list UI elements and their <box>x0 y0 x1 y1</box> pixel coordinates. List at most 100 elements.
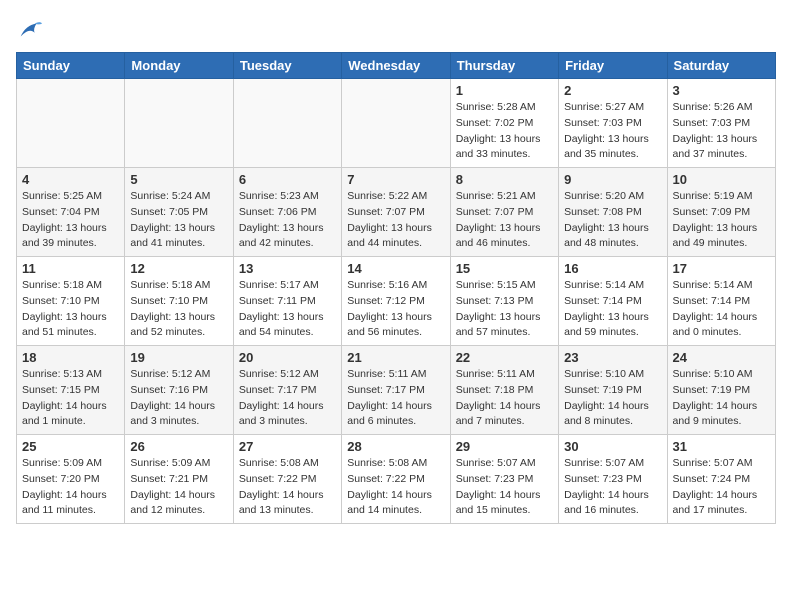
week-row-3: 11 Sunrise: 5:18 AM Sunset: 7:10 PM Dayli… <box>17 257 776 346</box>
calendar-cell: 14 Sunrise: 5:16 AM Sunset: 7:12 PM Dayli… <box>342 257 450 346</box>
day-info: Sunrise: 5:09 AM Sunset: 7:20 PM Dayligh… <box>22 456 119 519</box>
calendar-cell: 19 Sunrise: 5:12 AM Sunset: 7:16 PM Dayli… <box>125 346 233 435</box>
calendar-cell: 10 Sunrise: 5:19 AM Sunset: 7:09 PM Dayli… <box>667 168 775 257</box>
day-number: 2 <box>564 83 661 98</box>
day-number: 25 <box>22 439 119 454</box>
day-info: Sunrise: 5:08 AM Sunset: 7:22 PM Dayligh… <box>239 456 336 519</box>
day-info: Sunrise: 5:18 AM Sunset: 7:10 PM Dayligh… <box>22 278 119 341</box>
calendar-cell: 31 Sunrise: 5:07 AM Sunset: 7:24 PM Dayli… <box>667 435 775 524</box>
day-info: Sunrise: 5:12 AM Sunset: 7:17 PM Dayligh… <box>239 367 336 430</box>
calendar-cell <box>125 79 233 168</box>
calendar-cell: 12 Sunrise: 5:18 AM Sunset: 7:10 PM Dayli… <box>125 257 233 346</box>
calendar-cell: 4 Sunrise: 5:25 AM Sunset: 7:04 PM Daylig… <box>17 168 125 257</box>
day-number: 5 <box>130 172 227 187</box>
day-number: 10 <box>673 172 770 187</box>
day-info: Sunrise: 5:17 AM Sunset: 7:11 PM Dayligh… <box>239 278 336 341</box>
calendar-cell: 29Sunrise: 5:07 AM Sunset: 7:23 PM Dayli… <box>450 435 558 524</box>
day-info: Sunrise: 5:09 AM Sunset: 7:21 PM Dayligh… <box>130 456 227 519</box>
day-number: 14 <box>347 261 444 276</box>
calendar-cell: 27 Sunrise: 5:08 AM Sunset: 7:22 PM Dayli… <box>233 435 341 524</box>
day-info: Sunrise: 5:14 AM Sunset: 7:14 PM Dayligh… <box>564 278 661 341</box>
day-number: 28 <box>347 439 444 454</box>
day-info: Sunrise: 5:11 AM Sunset: 7:17 PM Dayligh… <box>347 367 444 430</box>
day-number: 24 <box>673 350 770 365</box>
day-number: 17 <box>673 261 770 276</box>
day-number: 22 <box>456 350 553 365</box>
day-number: 8 <box>456 172 553 187</box>
calendar-cell: 24 Sunrise: 5:10 AM Sunset: 7:19 PM Dayli… <box>667 346 775 435</box>
calendar-table: SundayMondayTuesdayWednesdayThursdayFrid… <box>16 52 776 524</box>
weekday-header-wednesday: Wednesday <box>342 53 450 79</box>
day-number: 12 <box>130 261 227 276</box>
calendar-cell <box>17 79 125 168</box>
day-number: 31 <box>673 439 770 454</box>
calendar-cell: 13 Sunrise: 5:17 AM Sunset: 7:11 PM Dayli… <box>233 257 341 346</box>
calendar-cell <box>233 79 341 168</box>
day-info: Sunrise: 5:16 AM Sunset: 7:12 PM Dayligh… <box>347 278 444 341</box>
week-row-2: 4 Sunrise: 5:25 AM Sunset: 7:04 PM Daylig… <box>17 168 776 257</box>
day-info: Sunrise: 5:10 AM Sunset: 7:19 PM Dayligh… <box>673 367 770 430</box>
calendar-cell: 17Sunrise: 5:14 AM Sunset: 7:14 PM Dayli… <box>667 257 775 346</box>
day-info: Sunrise: 5:20 AM Sunset: 7:08 PM Dayligh… <box>564 189 661 252</box>
calendar-cell: 25 Sunrise: 5:09 AM Sunset: 7:20 PM Dayli… <box>17 435 125 524</box>
calendar-cell: 8Sunrise: 5:21 AM Sunset: 7:07 PM Daylig… <box>450 168 558 257</box>
calendar-cell: 7 Sunrise: 5:22 AM Sunset: 7:07 PM Daylig… <box>342 168 450 257</box>
day-number: 26 <box>130 439 227 454</box>
day-info: Sunrise: 5:18 AM Sunset: 7:10 PM Dayligh… <box>130 278 227 341</box>
day-info: Sunrise: 5:24 AM Sunset: 7:05 PM Dayligh… <box>130 189 227 252</box>
day-info: Sunrise: 5:22 AM Sunset: 7:07 PM Dayligh… <box>347 189 444 252</box>
calendar-cell: 21Sunrise: 5:11 AM Sunset: 7:17 PM Dayli… <box>342 346 450 435</box>
day-info: Sunrise: 5:15 AM Sunset: 7:13 PM Dayligh… <box>456 278 553 341</box>
day-number: 7 <box>347 172 444 187</box>
weekday-header-tuesday: Tuesday <box>233 53 341 79</box>
calendar-cell: 5 Sunrise: 5:24 AM Sunset: 7:05 PM Daylig… <box>125 168 233 257</box>
week-row-5: 25 Sunrise: 5:09 AM Sunset: 7:20 PM Dayli… <box>17 435 776 524</box>
day-number: 19 <box>130 350 227 365</box>
page-header <box>16 16 776 44</box>
day-number: 16 <box>564 261 661 276</box>
day-number: 20 <box>239 350 336 365</box>
day-number: 23 <box>564 350 661 365</box>
calendar-cell: 2 Sunrise: 5:27 AM Sunset: 7:03 PM Daylig… <box>559 79 667 168</box>
weekday-header-sunday: Sunday <box>17 53 125 79</box>
week-row-4: 18Sunrise: 5:13 AM Sunset: 7:15 PM Dayli… <box>17 346 776 435</box>
day-number: 9 <box>564 172 661 187</box>
day-number: 27 <box>239 439 336 454</box>
day-info: Sunrise: 5:08 AM Sunset: 7:22 PM Dayligh… <box>347 456 444 519</box>
day-info: Sunrise: 5:26 AM Sunset: 7:03 PM Dayligh… <box>673 100 770 163</box>
day-info: Sunrise: 5:23 AM Sunset: 7:06 PM Dayligh… <box>239 189 336 252</box>
weekday-header-row: SundayMondayTuesdayWednesdayThursdayFrid… <box>17 53 776 79</box>
calendar-cell: 18Sunrise: 5:13 AM Sunset: 7:15 PM Dayli… <box>17 346 125 435</box>
day-info: Sunrise: 5:10 AM Sunset: 7:19 PM Dayligh… <box>564 367 661 430</box>
day-info: Sunrise: 5:07 AM Sunset: 7:23 PM Dayligh… <box>456 456 553 519</box>
day-number: 30 <box>564 439 661 454</box>
calendar-cell: 6 Sunrise: 5:23 AM Sunset: 7:06 PM Daylig… <box>233 168 341 257</box>
day-number: 3 <box>673 83 770 98</box>
calendar-cell <box>342 79 450 168</box>
calendar-cell: 20 Sunrise: 5:12 AM Sunset: 7:17 PM Dayli… <box>233 346 341 435</box>
day-info: Sunrise: 5:12 AM Sunset: 7:16 PM Dayligh… <box>130 367 227 430</box>
day-info: Sunrise: 5:27 AM Sunset: 7:03 PM Dayligh… <box>564 100 661 163</box>
calendar-cell: 3 Sunrise: 5:26 AM Sunset: 7:03 PM Daylig… <box>667 79 775 168</box>
logo-bird-icon <box>16 16 44 44</box>
day-number: 4 <box>22 172 119 187</box>
logo <box>16 16 48 44</box>
day-info: Sunrise: 5:28 AM Sunset: 7:02 PM Dayligh… <box>456 100 553 163</box>
week-row-1: 1 Sunrise: 5:28 AM Sunset: 7:02 PM Daylig… <box>17 79 776 168</box>
weekday-header-friday: Friday <box>559 53 667 79</box>
day-number: 1 <box>456 83 553 98</box>
calendar-cell: 28 Sunrise: 5:08 AM Sunset: 7:22 PM Dayli… <box>342 435 450 524</box>
day-info: Sunrise: 5:19 AM Sunset: 7:09 PM Dayligh… <box>673 189 770 252</box>
day-info: Sunrise: 5:11 AM Sunset: 7:18 PM Dayligh… <box>456 367 553 430</box>
weekday-header-monday: Monday <box>125 53 233 79</box>
day-number: 13 <box>239 261 336 276</box>
day-info: Sunrise: 5:07 AM Sunset: 7:24 PM Dayligh… <box>673 456 770 519</box>
day-info: Sunrise: 5:13 AM Sunset: 7:15 PM Dayligh… <box>22 367 119 430</box>
calendar-cell: 30Sunrise: 5:07 AM Sunset: 7:23 PM Dayli… <box>559 435 667 524</box>
calendar-cell: 9 Sunrise: 5:20 AM Sunset: 7:08 PM Daylig… <box>559 168 667 257</box>
day-number: 11 <box>22 261 119 276</box>
calendar-cell: 16 Sunrise: 5:14 AM Sunset: 7:14 PM Dayli… <box>559 257 667 346</box>
day-info: Sunrise: 5:25 AM Sunset: 7:04 PM Dayligh… <box>22 189 119 252</box>
weekday-header-saturday: Saturday <box>667 53 775 79</box>
day-number: 6 <box>239 172 336 187</box>
